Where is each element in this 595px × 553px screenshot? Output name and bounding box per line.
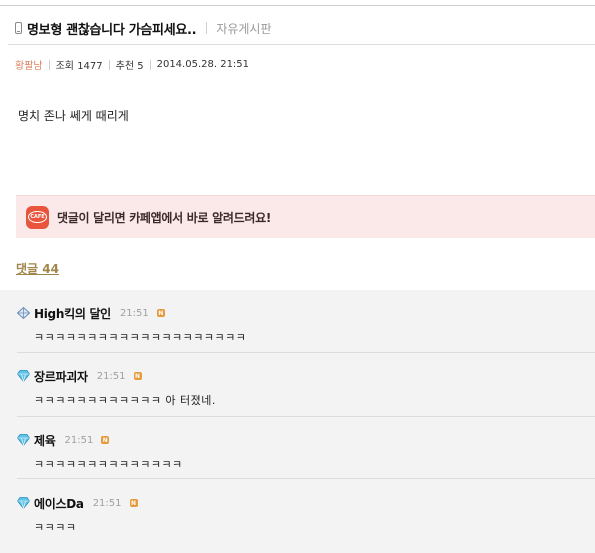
comment-item: 제육 21:51 N ㅋㅋㅋㅋㅋㅋㅋㅋㅋㅋㅋㅋㅋㅋ <box>17 431 595 472</box>
comment-item: High킥의 달인 21:51 N ㅋㅋㅋㅋㅋㅋㅋㅋㅋㅋㅋㅋㅋㅋㅋㅋㅋㅋㅋㅋ <box>17 304 595 345</box>
comment-divider <box>17 352 595 353</box>
diamond-outline-icon <box>17 307 30 319</box>
comment-divider <box>17 416 595 417</box>
view-count: 조회 1477 <box>55 61 103 72</box>
comment-text: ㅋㅋㅋㅋㅋㅋㅋㅋㅋㅋㅋㅋㅋㅋㅋㅋㅋㅋㅋㅋ <box>34 331 247 344</box>
comment-item: 장르파괴자 21:51 N ㅋㅋㅋㅋㅋㅋㅋㅋㅋㅋㅋㅋ 아 터졌네. <box>17 367 595 408</box>
recommend-count: 추천 5 <box>115 61 144 72</box>
commenter-name[interactable]: 제육 <box>34 432 56 449</box>
commenter-name[interactable]: 장르파괴자 <box>34 368 88 385</box>
comment-text: ㅋㅋㅋㅋ <box>34 521 77 534</box>
comment-text: ㅋㅋㅋㅋㅋㅋㅋㅋㅋㅋㅋㅋㅋㅋ <box>34 458 183 471</box>
comment-item: 에이스Da 21:51 N ㅋㅋㅋㅋ <box>17 494 595 535</box>
diamond-gem-icon <box>17 497 30 509</box>
post-body: 명치 존나 쎄게 때리게 <box>18 109 129 123</box>
commenter-name[interactable]: High킥의 달인 <box>34 305 111 322</box>
comment-count-link[interactable]: 댓글 44 <box>16 260 59 277</box>
post-title: 명보형 괜찮습니다 가슴피세요.. <box>27 22 197 38</box>
comment-time: 21:51 <box>92 497 122 509</box>
app-notification-banner[interactable]: CAFE 댓글이 달리면 카페앱에서 바로 알려드려요! <box>16 195 595 238</box>
comment-time: 21:51 <box>96 370 126 382</box>
post-title-row: 명보형 괜찮습니다 가슴피세요.. 자유게시판 <box>15 18 272 38</box>
mobile-phone-icon <box>15 22 22 34</box>
meta-separator <box>48 59 50 70</box>
banner-text: 댓글이 달리면 카페앱에서 바로 알려드려요! <box>57 210 272 225</box>
header-divider <box>8 44 595 45</box>
post-date: 2014.05.28. 21:51 <box>156 59 250 70</box>
comment-time: 21:51 <box>64 434 94 446</box>
post-author[interactable]: 황팔남 <box>15 57 43 72</box>
comment-time: 21:51 <box>119 307 149 319</box>
diamond-gem-icon <box>17 370 30 382</box>
comment-divider <box>17 478 595 479</box>
new-badge-icon: N <box>133 372 142 380</box>
new-badge-icon: N <box>129 499 138 507</box>
board-name-link[interactable]: 자유게시판 <box>216 20 271 37</box>
meta-separator <box>108 59 110 70</box>
commenter-name[interactable]: 에이스Da <box>34 495 84 512</box>
post-meta: 황팔남 조회 1477 추천 5 2014.05.28. 21:51 <box>15 57 249 72</box>
new-badge-icon: N <box>156 309 165 317</box>
cafe-app-icon: CAFE <box>26 205 49 229</box>
meta-separator <box>149 59 151 70</box>
top-border <box>0 0 595 6</box>
comment-text: ㅋㅋㅋㅋㅋㅋㅋㅋㅋㅋㅋㅋ 아 터졌네. <box>34 394 216 407</box>
diamond-gem-icon <box>17 434 30 446</box>
title-separator <box>206 22 208 34</box>
new-badge-icon: N <box>101 436 110 444</box>
